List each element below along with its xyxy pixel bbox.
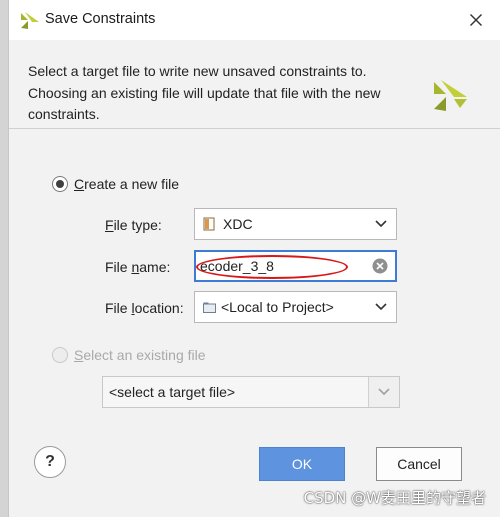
existing-file-dropdown[interactable]: <select a target file> bbox=[102, 376, 400, 408]
help-button[interactable]: ? bbox=[34, 446, 66, 478]
create-new-file-option[interactable]: Create a new file bbox=[52, 176, 179, 192]
select-existing-file-label-rest: elect an existing file bbox=[83, 347, 206, 363]
file-type-value: XDC bbox=[223, 216, 253, 232]
select-existing-file-radio[interactable] bbox=[52, 347, 68, 363]
save-constraints-dialog: Save Constraints Select a target file to… bbox=[8, 0, 500, 517]
file-type-label-rest: ile type: bbox=[113, 217, 162, 233]
file-location-label-first: File bbox=[105, 300, 132, 316]
file-name-input[interactable]: ecoder_3_8 bbox=[194, 250, 397, 282]
close-button[interactable] bbox=[464, 8, 488, 32]
clear-icon[interactable] bbox=[371, 257, 389, 275]
file-type-label-mnemonic: F bbox=[105, 217, 114, 233]
watermark: CSDN @W麦田里的守望者 bbox=[303, 489, 486, 507]
cancel-button[interactable]: Cancel bbox=[376, 447, 462, 481]
chevron-down-icon[interactable] bbox=[368, 377, 399, 407]
folder-icon bbox=[203, 302, 216, 313]
screen: Save Constraints Select a target file to… bbox=[0, 0, 500, 517]
select-existing-file-option[interactable]: Select an existing file bbox=[52, 347, 206, 363]
create-new-file-label-rest: reate a new file bbox=[84, 176, 180, 192]
file-location-label-rest: ocation: bbox=[134, 300, 184, 316]
intro-line-1: Select a target file to write new unsave… bbox=[28, 63, 367, 79]
existing-file-value: <select a target file> bbox=[109, 384, 236, 400]
select-existing-file-label-mnemonic: S bbox=[74, 347, 84, 363]
file-name-label-rest: ame: bbox=[139, 259, 171, 275]
intro-line-2: Choosing an existing file will update th… bbox=[28, 84, 381, 101]
chevron-down-icon[interactable] bbox=[366, 209, 396, 239]
title-bar: Save Constraints bbox=[9, 0, 500, 40]
vivado-logo-icon bbox=[434, 80, 467, 111]
ok-button[interactable]: OK bbox=[259, 447, 345, 481]
select-existing-file-label: Select an existing file bbox=[74, 347, 206, 363]
close-icon[interactable] bbox=[469, 13, 483, 27]
intro-description: Select a target file to write new unsave… bbox=[28, 61, 408, 126]
create-new-file-radio[interactable] bbox=[52, 176, 68, 192]
create-new-file-label: Create a new file bbox=[74, 176, 179, 192]
file-name-label: File name: bbox=[105, 259, 170, 275]
intro-panel: Select a target file to write new unsave… bbox=[9, 41, 500, 129]
file-type-label: File type: bbox=[105, 217, 162, 233]
chevron-down-icon[interactable] bbox=[366, 292, 396, 322]
intro-line-3: constraints. bbox=[28, 106, 100, 122]
window-title: Save Constraints bbox=[45, 11, 156, 27]
file-name-label-first: File bbox=[105, 259, 132, 275]
file-type-dropdown[interactable]: XDC bbox=[194, 208, 397, 240]
file-location-label: File location: bbox=[105, 300, 184, 316]
file-location-value: <Local to Project> bbox=[221, 299, 334, 315]
file-location-dropdown[interactable]: <Local to Project> bbox=[194, 291, 397, 323]
create-new-file-label-mnemonic: C bbox=[74, 176, 85, 192]
file-name-value: ecoder_3_8 bbox=[200, 258, 274, 274]
vivado-logo-icon bbox=[21, 12, 39, 29]
xdc-file-icon bbox=[203, 217, 215, 231]
